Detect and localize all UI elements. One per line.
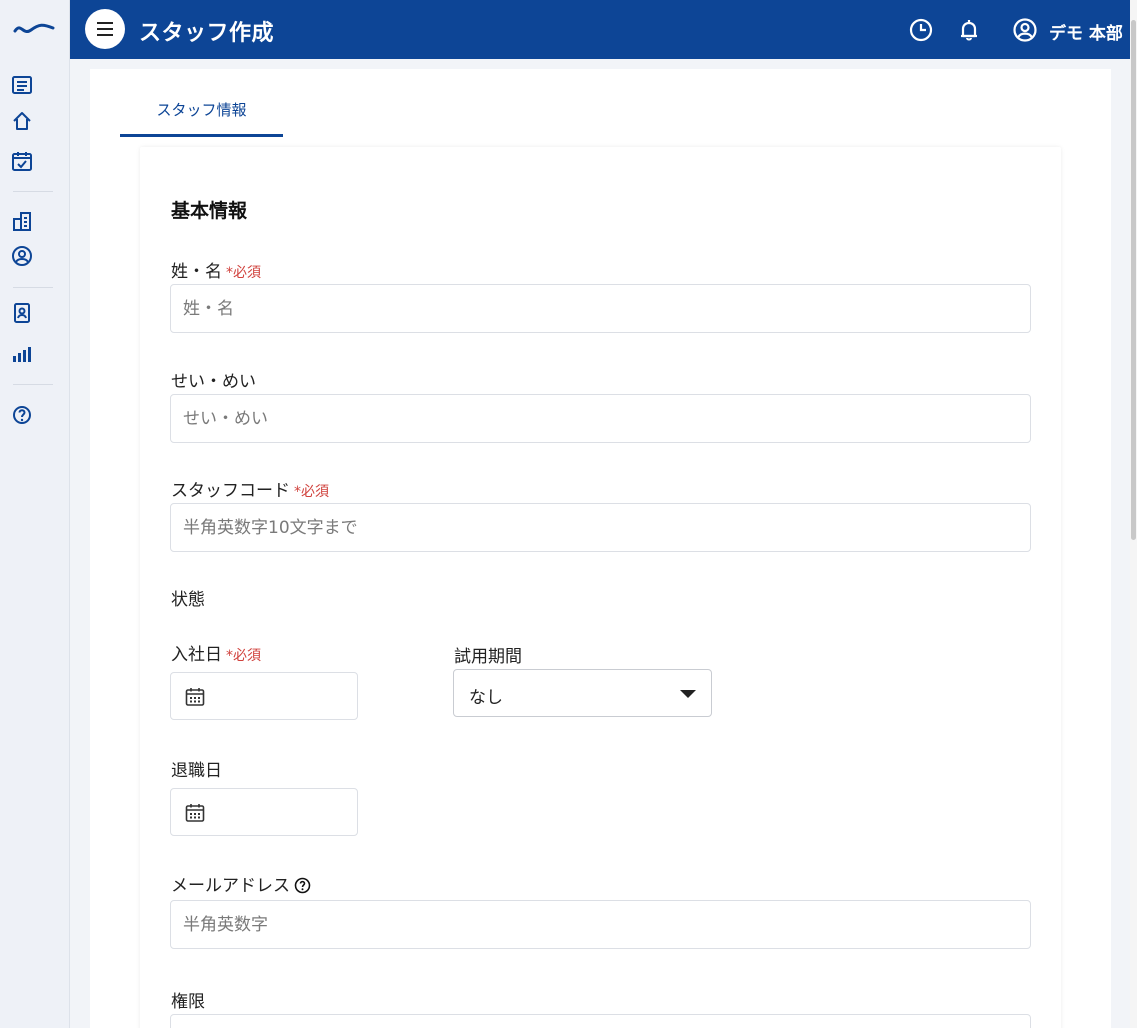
leave-date-label: 退職日	[171, 761, 222, 781]
required-mark: *必須	[226, 648, 261, 664]
bar-chart-icon[interactable]	[11, 343, 33, 365]
staff-code-label-text: スタッフコード	[171, 481, 290, 501]
email-label-text: メールアドレス	[171, 876, 290, 896]
user-circle-icon[interactable]	[11, 245, 33, 267]
clock-icon[interactable]	[908, 17, 934, 43]
join-date-label: 入社日 *必須	[171, 640, 261, 665]
page-title: スタッフ作成	[139, 21, 275, 46]
rail-divider	[13, 287, 53, 288]
help-icon[interactable]	[11, 404, 33, 426]
document-list-icon[interactable]	[11, 74, 33, 96]
home-icon[interactable]	[11, 110, 33, 132]
permission-label: 権限	[171, 992, 205, 1012]
menu-button[interactable]	[85, 9, 125, 49]
leave-date-picker[interactable]	[170, 788, 358, 836]
brand-logo[interactable]	[13, 18, 55, 38]
calendar-icon	[185, 688, 205, 706]
section-title: 基本情報	[171, 200, 248, 222]
account-icon[interactable]	[1012, 17, 1038, 43]
tab-staff-info[interactable]: スタッフ情報	[120, 99, 283, 137]
side-nav-rail	[0, 0, 70, 1028]
calendar-icon	[185, 804, 205, 822]
calendar-check-icon[interactable]	[11, 150, 33, 172]
building-icon[interactable]	[11, 210, 33, 232]
status-label: 状態	[171, 590, 205, 610]
name-label: 姓・名 *必須	[171, 257, 261, 282]
staff-code-label: スタッフコード *必須	[171, 476, 329, 501]
bell-icon[interactable]	[956, 17, 982, 43]
email-label: メールアドレス	[171, 871, 311, 896]
join-date-picker[interactable]	[170, 672, 358, 720]
user-name[interactable]: デモ 本部	[1049, 19, 1123, 44]
chevron-down-icon	[680, 690, 696, 698]
hamburger-icon	[97, 22, 113, 36]
kana-input[interactable]	[170, 394, 1031, 443]
email-input[interactable]	[170, 900, 1031, 949]
required-mark: *必須	[294, 484, 329, 500]
help-icon[interactable]	[294, 877, 311, 894]
id-badge-icon[interactable]	[11, 302, 33, 324]
kana-label: せい・めい	[171, 367, 256, 392]
staff-code-input[interactable]	[170, 503, 1031, 552]
rail-divider	[13, 384, 53, 385]
trial-select-value: なし	[469, 688, 503, 708]
top-header: スタッフ作成 デモ 本部	[70, 0, 1130, 59]
trial-label: 試用期間	[454, 647, 522, 667]
active-tab-indicator	[120, 134, 283, 137]
required-mark: *必須	[226, 265, 261, 281]
rail-divider	[13, 191, 53, 192]
kana-label-text: せい・めい	[171, 372, 256, 392]
trial-select[interactable]: なし	[453, 669, 712, 717]
permission-select[interactable]	[170, 1014, 1031, 1028]
name-label-text: 姓・名	[171, 262, 222, 282]
join-date-label-text: 入社日	[171, 645, 222, 665]
scrollbar-thumb[interactable]	[1131, 20, 1136, 540]
name-input[interactable]	[170, 284, 1031, 333]
tab-label: スタッフ情報	[156, 101, 247, 119]
